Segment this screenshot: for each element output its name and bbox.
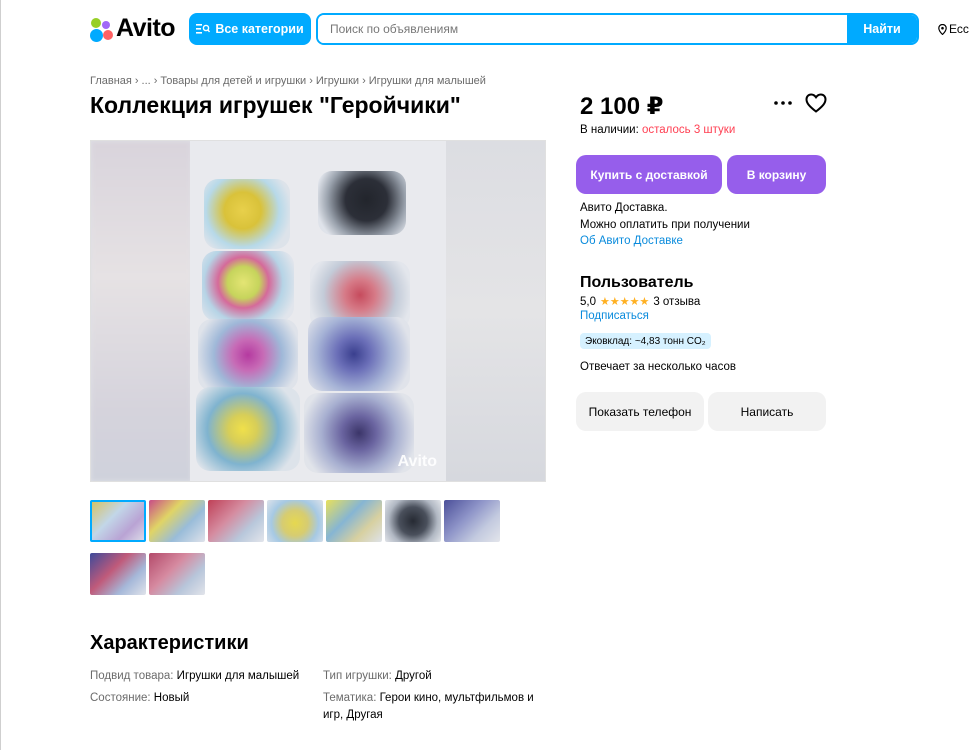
seller-rating: 5,0 ★★★★★ 3 отзыва [580, 295, 700, 309]
breadcrumb: Главная › ... › Товары для детей и игрушки… [90, 75, 486, 87]
listing-title: Коллекция игрушек "Геройчики" [90, 92, 461, 118]
window-edge [0, 0, 1, 750]
location-label: Ессентуки [949, 22, 969, 36]
breadcrumb-item[interactable]: Главная [90, 75, 132, 87]
more-icon[interactable] [773, 95, 793, 111]
stock-label: В наличии: [580, 124, 639, 136]
characteristic-key: Подвид товара: [90, 670, 174, 682]
main-photo [190, 141, 446, 481]
avito-logo-icon [90, 17, 114, 42]
thumbnail[interactable] [267, 500, 323, 542]
location-pin-icon [938, 23, 947, 35]
rating-value: 5,0 [580, 295, 596, 308]
characteristics-title: Характеристики [90, 632, 249, 654]
subscribe-link[interactable]: Подписаться [580, 310, 649, 322]
photo-gallery[interactable]: Avito [90, 140, 546, 482]
breadcrumb-item[interactable]: Игрушки для малышей [369, 75, 486, 87]
thumbnail[interactable] [208, 500, 264, 542]
gallery-blur-right [445, 141, 545, 481]
search-button[interactable]: Найти [847, 15, 917, 43]
breadcrumb-item[interactable]: Игрушки [316, 75, 359, 87]
reply-time: Отвечает за несколько часов [580, 361, 736, 373]
all-categories-button[interactable]: Все категории [189, 13, 311, 45]
buy-with-delivery-button[interactable]: Купить с доставкой [576, 155, 722, 194]
search-input[interactable] [318, 15, 847, 43]
categories-icon [196, 24, 211, 34]
stock-status: В наличии: осталось 3 штуки [580, 124, 735, 136]
eco-badge[interactable]: Эковклад: ~4,83 тонн CO₂ [580, 333, 711, 349]
search-bar: Найти [316, 13, 919, 45]
delivery-link[interactable]: Об Авито Доставке [580, 235, 683, 247]
characteristic-key: Состояние: [90, 692, 151, 704]
characteristic-row: Состояние: Новый [90, 690, 189, 707]
characteristic-key: Тематика: [323, 692, 377, 704]
thumbnail[interactable] [444, 500, 500, 542]
characteristic-value: Другой [395, 670, 432, 682]
show-phone-button[interactable]: Показать телефон [576, 392, 704, 431]
breadcrumb-item[interactable]: ... [142, 75, 151, 87]
characteristic-key: Тип игрушки: [323, 670, 392, 682]
characteristic-row: Тематика: Герои кино, мультфильмов и игр… [323, 690, 548, 724]
thumbnail[interactable] [149, 500, 205, 542]
characteristic-row: Тип игрушки: Другой [323, 668, 432, 685]
delivery-payment-info: Можно оплатить при получении [580, 219, 750, 231]
characteristic-value: Новый [153, 692, 190, 704]
avito-logo[interactable]: Avito [90, 14, 176, 43]
thumbnail[interactable] [90, 500, 146, 542]
price: 2 100 ₽ [580, 93, 664, 120]
location-selector[interactable]: Ессентуки [938, 22, 969, 36]
stock-left: осталось 3 штуки [641, 124, 736, 136]
watermark: Avito [397, 453, 437, 470]
thumbnail[interactable] [385, 500, 441, 542]
thumbnail[interactable] [90, 553, 146, 595]
all-categories-label: Все категории [215, 22, 304, 36]
characteristic-row: Подвид товара: Игрушки для малышей [90, 668, 299, 685]
delivery-info: Авито Доставка. [580, 202, 668, 214]
seller-name[interactable]: Пользователь [580, 274, 693, 292]
characteristic-value: Игрушки для малышей [176, 670, 300, 682]
logo-text: Avito [116, 14, 176, 42]
reviews-link[interactable]: 3 отзыва [653, 296, 700, 308]
thumbnail[interactable] [149, 553, 205, 595]
heart-icon[interactable] [805, 93, 827, 113]
thumbnail[interactable] [326, 500, 382, 542]
add-to-cart-button[interactable]: В корзину [727, 155, 826, 194]
rating-stars-icon: ★★★★★ [600, 296, 650, 308]
write-message-button[interactable]: Написать [708, 392, 826, 431]
breadcrumb-item[interactable]: Товары для детей и игрушки [160, 75, 306, 87]
gallery-blur-left [91, 141, 191, 481]
